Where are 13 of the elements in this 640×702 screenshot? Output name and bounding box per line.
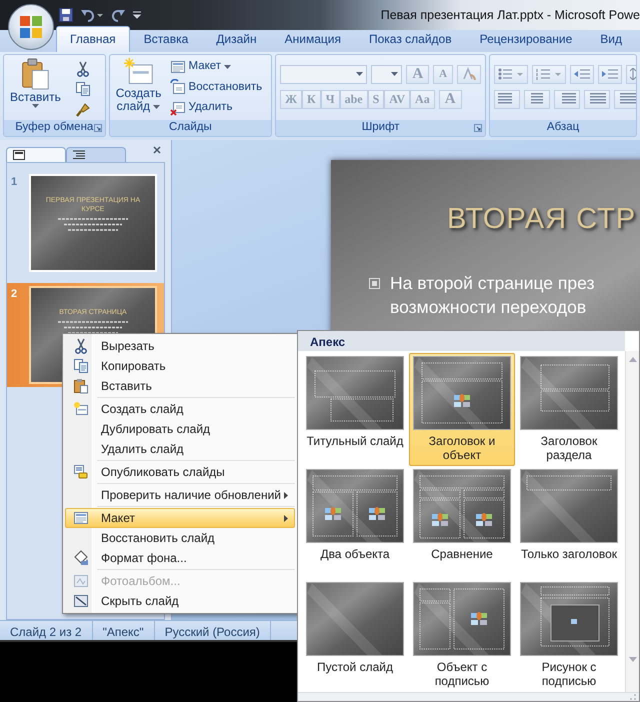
status-text: "Апекс" xyxy=(92,620,155,640)
group-label: Буфер обмена xyxy=(15,120,94,136)
group-label: Слайды xyxy=(168,120,212,136)
slide-title: ВТОРАЯ СТР xyxy=(446,202,638,237)
slide-number: 1 xyxy=(11,174,18,190)
window-title: Певая презентация Лат.pptx - Microsoft Powe xyxy=(380,6,640,24)
group-label: Шрифт xyxy=(362,120,400,136)
slide-bullet-text: На второй странице през возможности переходов xyxy=(390,272,594,320)
gallery-header: Апекс xyxy=(298,331,625,351)
status-text: Слайд 2 из 2 xyxy=(0,620,93,640)
status-text: Русский (Россия) xyxy=(154,620,271,640)
group-label: Абзац xyxy=(546,120,580,136)
slide-number: 2 xyxy=(11,286,18,302)
